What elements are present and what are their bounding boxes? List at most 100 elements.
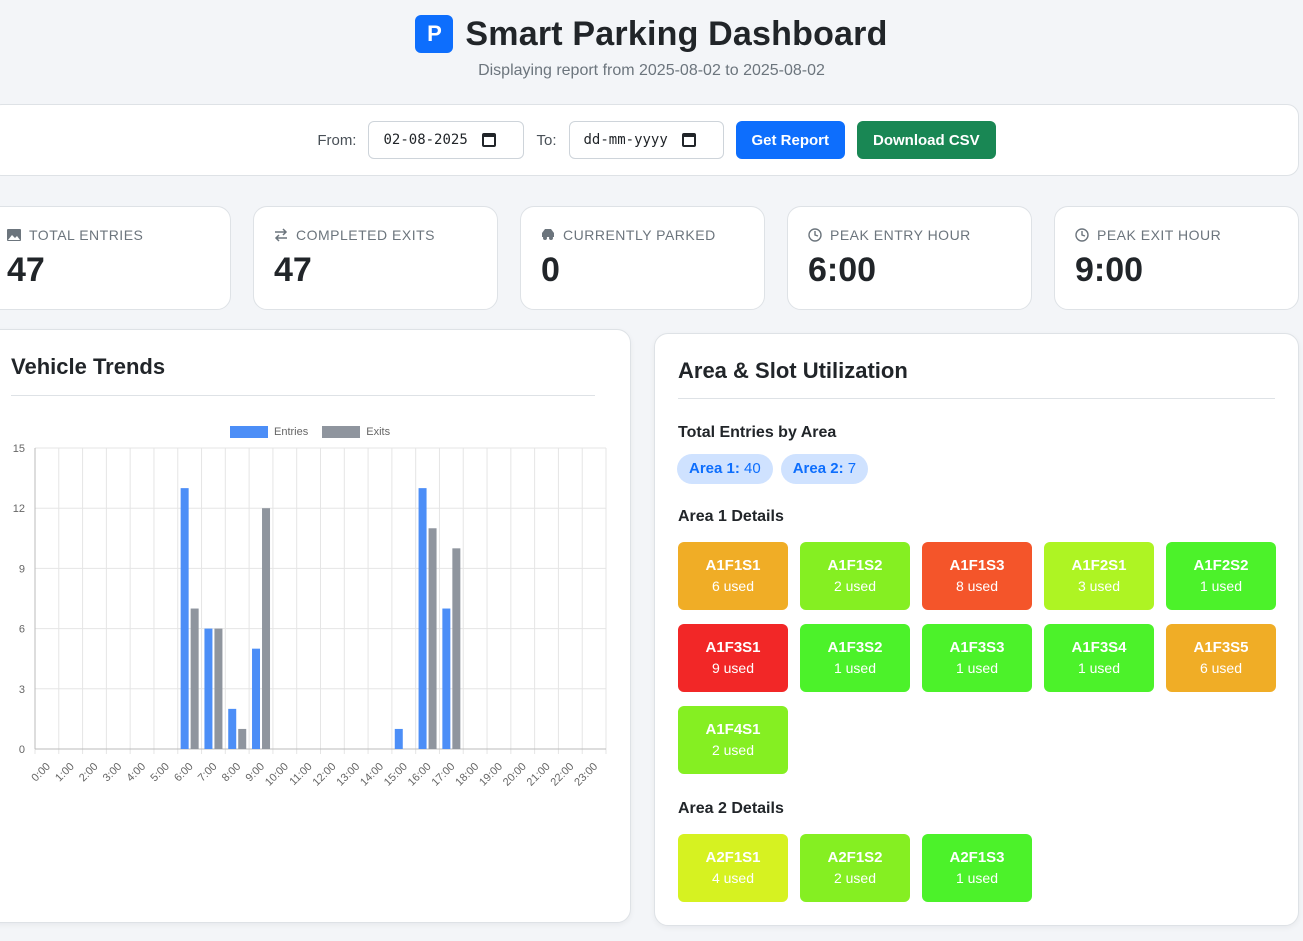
entries-bar[interactable] <box>418 488 427 749</box>
image-icon <box>7 229 21 241</box>
y-tick-label: 6 <box>19 624 25 636</box>
x-tick-label: 0:00 <box>29 761 53 785</box>
x-tick-label: 23:00 <box>572 761 600 789</box>
exits-bar[interactable] <box>452 548 461 749</box>
slot-tile[interactable]: A1F3S5 6 used <box>1166 624 1276 692</box>
slot-usage: 3 used <box>1077 578 1121 594</box>
slot-usage: 4 used <box>711 870 755 886</box>
stat-value: 47 <box>7 251 45 289</box>
clock-icon <box>1075 228 1089 242</box>
legend-swatch-entries <box>230 426 268 438</box>
stat-label: PEAK ENTRY HOUR <box>830 227 971 243</box>
to-date-input[interactable]: dd-mm-yyyy <box>568 121 724 159</box>
entries-bar[interactable] <box>204 628 213 749</box>
slot-tile[interactable]: A1F3S3 1 used <box>922 624 1032 692</box>
stat-card-total-entries: TOTAL ENTRIES 47 <box>0 206 231 310</box>
slot-usage: 1 used <box>955 660 999 676</box>
stat-label: COMPLETED EXITS <box>296 227 435 243</box>
slot-name: A2F1S2 <box>827 849 883 866</box>
stat-card-peak-exit-hour: PEAK EXIT HOUR 9:00 <box>1054 206 1299 310</box>
slot-usage: 2 used <box>833 870 877 886</box>
stat-label: TOTAL ENTRIES <box>29 227 144 243</box>
chart-legend[interactable]: Entries Exits <box>230 426 390 438</box>
x-tick-label: 18:00 <box>453 761 481 789</box>
x-tick-label: 8:00 <box>220 761 244 785</box>
calendar-icon[interactable] <box>481 133 496 147</box>
x-tick-label: 21:00 <box>525 761 553 789</box>
slot-tile[interactable]: A1F4S1 2 used <box>678 706 788 774</box>
slot-name: A2F1S3 <box>949 849 1005 866</box>
x-tick-label: 1:00 <box>53 761 77 785</box>
slot-tile[interactable]: A1F3S4 1 used <box>1044 624 1154 692</box>
x-tick-label: 3:00 <box>101 761 125 785</box>
x-tick-label: 13:00 <box>334 761 362 789</box>
from-label: From: <box>317 131 357 149</box>
stat-card-completed-exits: COMPLETED EXITS 47 <box>253 206 498 310</box>
y-tick-label: 9 <box>19 563 25 575</box>
title-row: P Smart Parking Dashboard <box>0 12 1303 56</box>
vehicle-trends-chart[interactable]: 0 3 6 9 12 15 0:00 1:00 2:00 3:00 4:00 5:00 6:00 7:00… <box>0 440 620 800</box>
entries-bar[interactable] <box>180 488 189 749</box>
entries-bar[interactable] <box>442 608 451 749</box>
entries-bar[interactable] <box>228 708 237 749</box>
get-report-button[interactable]: Get Report <box>735 121 846 159</box>
entries-bar[interactable] <box>252 648 261 749</box>
x-tick-label: 2:00 <box>77 761 101 785</box>
exits-bar[interactable] <box>262 508 271 749</box>
entries-bar[interactable] <box>394 728 403 749</box>
area-pill-2: Area 2: 7 <box>780 454 869 484</box>
x-tick-label: 12:00 <box>311 761 339 789</box>
slot-tile[interactable]: A1F2S2 1 used <box>1166 542 1276 610</box>
x-tick-label: 16:00 <box>406 761 434 789</box>
total-entries-heading: Total Entries by Area <box>678 424 837 441</box>
slot-tile[interactable]: A2F1S1 4 used <box>678 834 788 902</box>
area-pills: Area 1: 40 Area 2: 7 <box>677 454 869 484</box>
card-divider <box>678 398 1275 399</box>
from-date-value: 02-08-2025 <box>383 132 468 148</box>
slot-usage: 1 used <box>955 870 999 886</box>
exits-bar[interactable] <box>190 608 199 749</box>
slot-usage: 6 used <box>711 578 755 594</box>
stat-label: CURRENTLY PARKED <box>563 227 716 243</box>
slot-tile[interactable]: A1F3S1 9 used <box>678 624 788 692</box>
stat-card-currently-parked: CURRENTLY PARKED 0 <box>520 206 765 310</box>
exits-bar[interactable] <box>428 528 437 749</box>
x-tick-label: 6:00 <box>172 761 196 785</box>
x-tick-label: 22:00 <box>548 761 576 789</box>
slot-usage: 1 used <box>1199 578 1243 594</box>
x-tick-label: 7:00 <box>196 761 220 785</box>
x-tick-label: 11:00 <box>287 761 314 788</box>
slot-name: A1F3S4 <box>1071 639 1127 656</box>
stat-value: 6:00 <box>808 251 877 289</box>
slot-name: A1F3S2 <box>827 639 883 656</box>
calendar-icon[interactable] <box>681 133 696 147</box>
report-controls: From: 02-08-2025 To: dd-mm-yyyy Get Repo… <box>0 104 1299 176</box>
slot-usage: 2 used <box>833 578 877 594</box>
report-range-subtitle: Displaying report from 2025-08-02 to 202… <box>478 62 825 79</box>
slot-tile[interactable]: A2F1S2 2 used <box>800 834 910 902</box>
slot-usage: 6 used <box>1199 660 1243 676</box>
exits-bar[interactable] <box>214 628 223 749</box>
slot-name: A1F1S2 <box>827 557 883 574</box>
page-header: P Smart Parking Dashboard Displaying rep… <box>0 12 1303 80</box>
slot-tile[interactable]: A1F1S1 6 used <box>678 542 788 610</box>
slot-tile[interactable]: A2F1S3 1 used <box>922 834 1032 902</box>
slot-name: A1F3S5 <box>1193 639 1249 656</box>
download-csv-button[interactable]: Download CSV <box>857 121 996 159</box>
slot-tile[interactable]: A1F1S2 2 used <box>800 542 910 610</box>
to-date-placeholder: dd-mm-yyyy <box>583 132 668 148</box>
vehicle-trends-title: Vehicle Trends <box>11 354 166 379</box>
slot-tile[interactable]: A1F2S1 3 used <box>1044 542 1154 610</box>
exits-bar[interactable] <box>238 728 247 749</box>
slot-tile[interactable]: A1F3S2 1 used <box>800 624 910 692</box>
slot-name: A1F1S1 <box>705 557 761 574</box>
x-tick-label: 14:00 <box>358 761 386 789</box>
from-date-input[interactable]: 02-08-2025 <box>368 121 525 159</box>
arrows-exchange-icon <box>274 228 288 242</box>
stat-value: 0 <box>541 251 560 289</box>
legend-swatch-exits <box>322 426 361 438</box>
slot-name: A2F1S1 <box>705 849 761 866</box>
area-pill-1: Area 1: 40 <box>677 454 773 484</box>
y-tick-label: 15 <box>13 443 25 455</box>
slot-tile[interactable]: A1F1S3 8 used <box>922 542 1032 610</box>
